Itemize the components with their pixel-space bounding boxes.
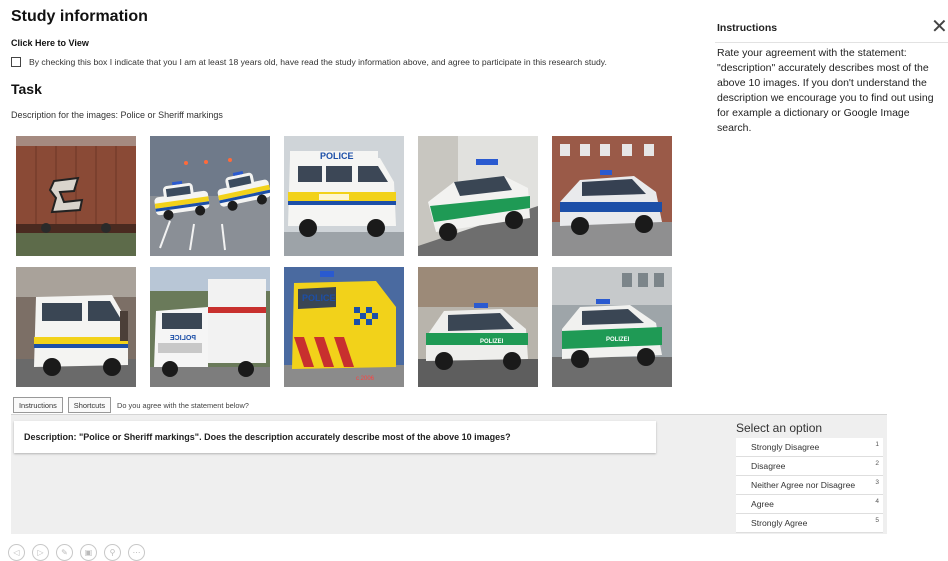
image-polizei-car-green-2: POLIZEI (418, 267, 538, 387)
pen-icon[interactable]: ✎ (56, 544, 73, 561)
police-text: POLICE (320, 151, 354, 161)
image-police-van-street (16, 267, 136, 387)
select-option-title: Select an option (736, 421, 823, 435)
option-list: Strongly Disagree 1 Disagree 2 Neither A… (736, 438, 883, 533)
image-ambulance-truck: POLICE (150, 267, 270, 387)
instructions-title: Instructions (717, 22, 778, 34)
image-police-van-white: POLICE (284, 136, 404, 256)
polizei-text: POLIZEI (480, 339, 504, 345)
option-shortcut-key: 2 (875, 460, 879, 467)
option-shortcut-key: 1 (875, 441, 879, 448)
polizei-text-2: POLIZEI (606, 337, 630, 343)
image-train-graffiti (16, 136, 136, 256)
zoom-icon[interactable]: ⚲ (104, 544, 121, 561)
image-description-line: Description for the images: Police or Sh… (11, 110, 223, 120)
task-button-row: Instructions Shortcuts Do you agree with… (13, 397, 249, 413)
bottom-toolbar: ◁ ▷ ✎ ▣ ⚲ ⋯ (8, 544, 152, 561)
option-label: Strongly Agree (751, 518, 808, 528)
option-disagree[interactable]: Disagree 2 (736, 457, 883, 476)
image-polizei-car-green (418, 136, 538, 256)
consent-row[interactable]: By checking this box I indicate that you… (11, 57, 607, 67)
rating-panel: Description: "Police or Sheriff markings… (11, 414, 887, 534)
instructions-divider (715, 42, 948, 43)
back-icon[interactable]: ◁ (8, 544, 25, 561)
option-label: Agree (751, 499, 774, 509)
option-agree[interactable]: Agree 4 (736, 495, 883, 514)
consent-checkbox[interactable] (11, 57, 21, 67)
statement-card: Description: "Police or Sheriff markings… (14, 421, 656, 453)
forward-icon[interactable]: ▷ (32, 544, 49, 561)
more-icon[interactable]: ⋯ (128, 544, 145, 561)
image-police-van-yellow: POLICE c 2006 (284, 267, 404, 387)
option-strongly-agree[interactable]: Strongly Agree 5 (736, 514, 883, 533)
agree-question: Do you agree with the statement below? (117, 400, 249, 410)
police-van-text: POLICE (302, 293, 336, 303)
instructions-body: Rate your agreement with the statement: … (717, 47, 934, 134)
image-police-cars-pair (150, 136, 270, 256)
shortcuts-button[interactable]: Shortcuts (67, 397, 112, 413)
click-here-link[interactable]: Click Here to View (11, 38, 89, 48)
police-mirror-text: POLICE (170, 335, 196, 342)
study-info-title: Study information (11, 8, 148, 25)
image-polizei-car-blue (552, 136, 672, 256)
option-shortcut-key: 4 (875, 498, 879, 505)
option-shortcut-key: 3 (875, 479, 879, 486)
option-label: Strongly Disagree (751, 442, 820, 452)
image-polizei-car-green-3: POLIZEI (552, 267, 672, 387)
save-icon[interactable]: ▣ (80, 544, 97, 561)
image-watermark: c 2006 (356, 376, 375, 382)
image-grid: POLICE POLICE POLICE c 2006 POLIZEI POLI… (16, 136, 676, 388)
option-label: Disagree (751, 461, 786, 471)
instructions-button[interactable]: Instructions (13, 397, 63, 413)
consent-label: By checking this box I indicate that you… (29, 57, 607, 67)
option-strongly-disagree[interactable]: Strongly Disagree 1 (736, 438, 883, 457)
close-icon[interactable]: ✕ (931, 17, 948, 37)
task-title: Task (11, 81, 42, 97)
option-label: Neither Agree nor Disagree (751, 480, 856, 490)
option-shortcut-key: 5 (875, 517, 879, 524)
option-neither[interactable]: Neither Agree nor Disagree 3 (736, 476, 883, 495)
